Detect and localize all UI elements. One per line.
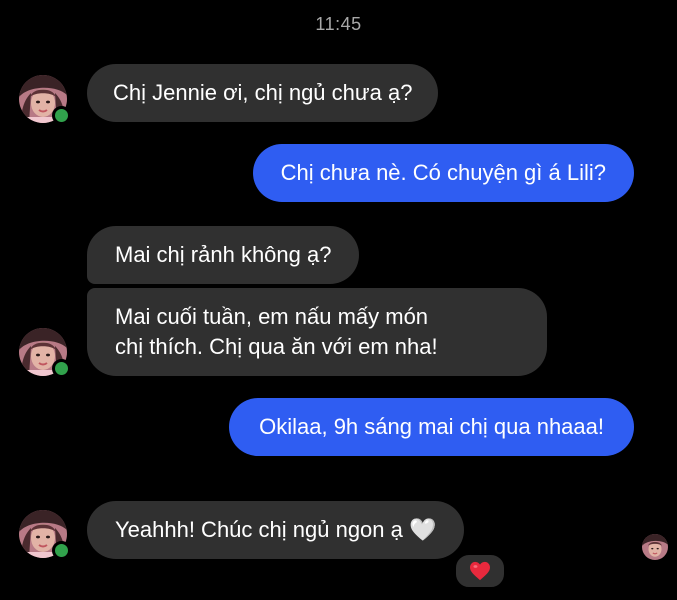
incoming-message-bubble[interactable]: Yeahhh! Chúc chị ngủ ngon ạ 🤍 <box>87 501 465 559</box>
message-text: Yeahhh! Chúc chị ngủ ngon ạ 🤍 <box>115 517 437 542</box>
incoming-message-bubble[interactable]: Mai cuối tuần, em nấu mấy món chị thích.… <box>87 288 547 376</box>
online-status-dot <box>52 359 71 378</box>
contact-avatar[interactable] <box>19 328 71 378</box>
read-receipt-avatar <box>642 534 668 560</box>
read-receipt-image <box>642 534 668 560</box>
message-reaction[interactable] <box>453 552 507 590</box>
message-text-line: chị thích. Chị qua ăn với em nha! <box>115 334 438 359</box>
incoming-message-bubble[interactable]: Chị Jennie ơi, chị ngủ chưa ạ? <box>87 64 439 122</box>
message-text: Chị Jennie ơi, chị ngủ chưa ạ? <box>113 80 413 105</box>
online-status-dot <box>52 541 71 560</box>
outgoing-message-bubble[interactable]: Chị chưa nè. Có chuyện gì á Lili? <box>252 144 634 202</box>
message-text-line: Mai cuối tuần, em nấu mấy món <box>115 304 429 329</box>
message-text: Mai chị rảnh không ạ? <box>115 242 332 267</box>
message-text: Chị chưa nè. Có chuyện gì á Lili? <box>280 160 606 185</box>
contact-avatar[interactable] <box>19 75 71 125</box>
incoming-message-bubble[interactable]: Mai chị rảnh không ạ? <box>87 226 360 284</box>
outgoing-message-bubble[interactable]: Okilaa, 9h sáng mai chị qua nhaaa! <box>229 398 634 456</box>
message-text: Okilaa, 9h sáng mai chị qua nhaaa! <box>259 414 604 439</box>
online-status-dot <box>52 106 71 125</box>
red-heart-icon <box>470 561 490 581</box>
contact-avatar[interactable] <box>19 510 71 560</box>
message-timestamp: 11:45 <box>315 14 362 34</box>
